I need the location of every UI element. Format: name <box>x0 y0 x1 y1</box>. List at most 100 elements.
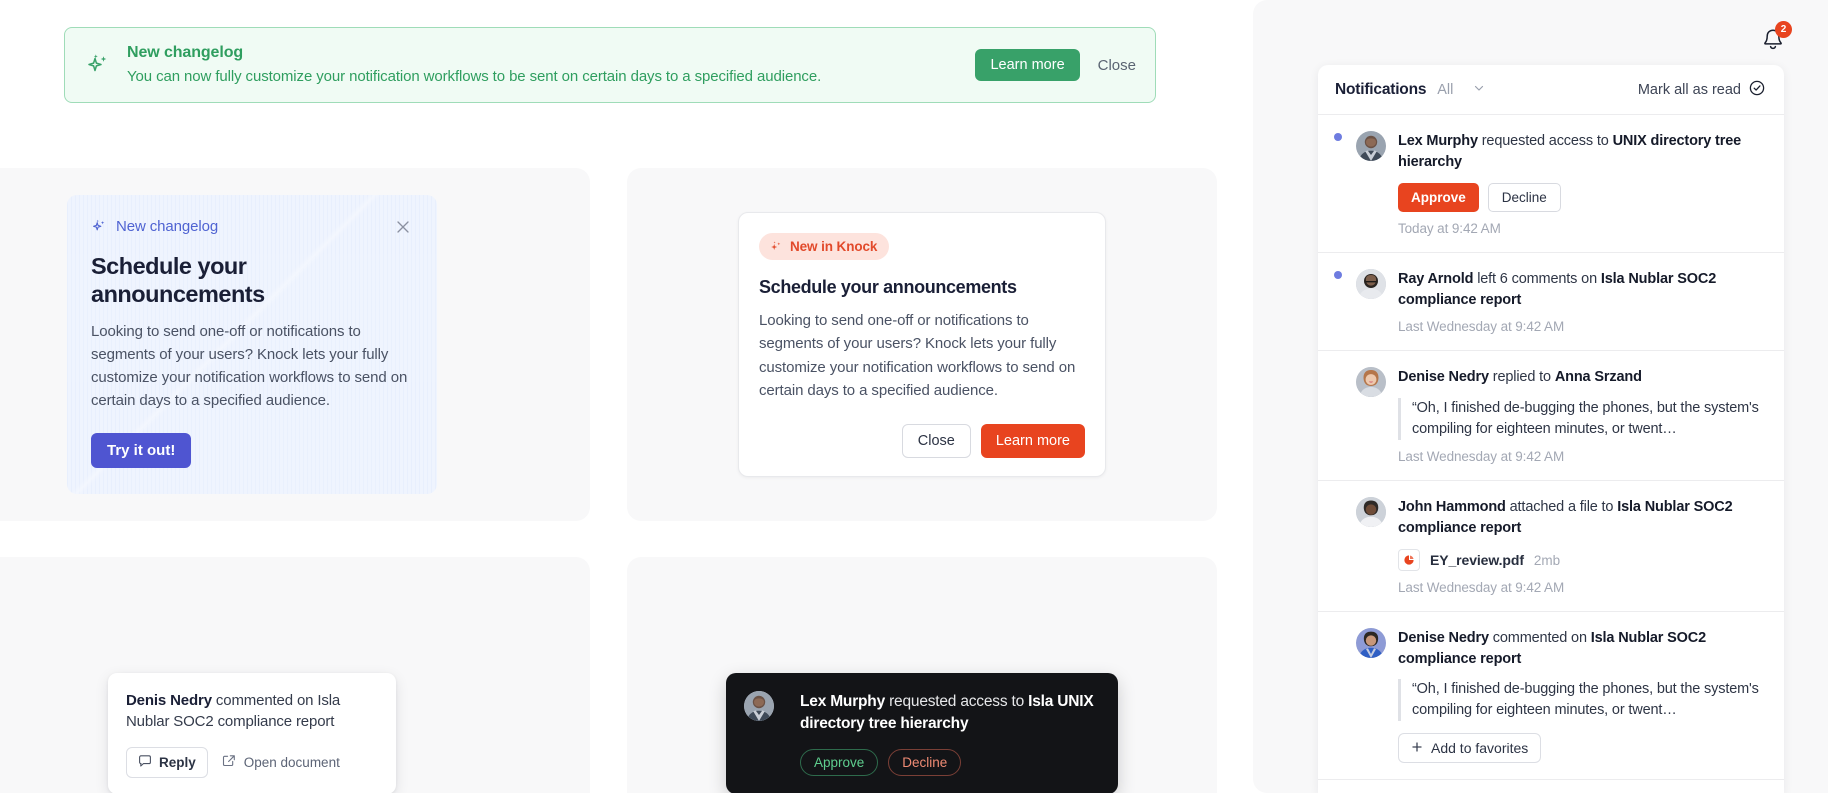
avatar <box>1356 496 1386 527</box>
new-in-knock-badge-label: New in Knock <box>790 239 878 254</box>
notification-content: Ray Arnold left 6 comments on Isla Nubla… <box>1398 269 1765 334</box>
notification-content: John Hammond attached a file to Isla Nub… <box>1398 497 1765 595</box>
approve-button[interactable]: Approve <box>800 749 879 777</box>
open-document-label: Open document <box>243 755 340 771</box>
notification-text: Lex Murphy requested access to UNIX dire… <box>1398 131 1765 172</box>
unread-indicator-column <box>1334 628 1356 763</box>
mark-all-as-read-button[interactable]: Mark all as read <box>1638 80 1765 100</box>
plus-icon <box>1411 740 1423 756</box>
comment-toast-text: Denis Nedry commented on Isla Nublar SOC… <box>126 690 378 733</box>
notification-actor: Lex Murphy <box>1398 133 1478 149</box>
notification-actor: Denise Nedry <box>1398 369 1489 386</box>
notification-timestamp: Last Wednesday at 9:42 AM <box>1398 580 1565 596</box>
banner-description: You can now fully customize your notific… <box>127 67 822 85</box>
notification-timestamp: Last Wednesday at 9:42 AM <box>1398 319 1565 335</box>
feed-filter-label: All <box>1437 81 1454 98</box>
app-root: New changelog You can now fully customiz… <box>0 0 1828 793</box>
notification-quote: “Oh, I finished de-bugging the phones, b… <box>1398 679 1765 722</box>
chevron-down-icon <box>1473 82 1485 98</box>
unread-dot <box>1334 271 1342 280</box>
try-it-out-button[interactable]: Try it out! <box>91 433 192 469</box>
notification-quote: “Oh, I finished de-bugging the phones, b… <box>1398 397 1765 440</box>
banner-text-block: New changelog You can now fully customiz… <box>127 42 955 87</box>
unread-dot <box>1334 133 1342 141</box>
approve-button[interactable]: Approve <box>1398 183 1479 213</box>
feed-header: Notifications All Mark all as read <box>1318 65 1784 115</box>
feed-filter-dropdown[interactable]: All <box>1437 82 1485 98</box>
new-in-knock-card: New in Knock Schedule your announcements… <box>738 212 1106 477</box>
notification-item[interactable]: Ray Arnold left 6 comments on Isla Nubla… <box>1318 253 1784 352</box>
close-icon[interactable] <box>393 217 413 237</box>
dark-toast-body: Lex Murphy requested access to Isla UNIX… <box>800 691 1098 777</box>
notification-middle: commented on <box>1488 630 1591 647</box>
notification-actor: John Hammond <box>1398 498 1506 515</box>
reply-button[interactable]: Reply <box>126 747 208 779</box>
banner-actions: Learn more Close <box>975 49 1138 81</box>
changelog-card-body: Looking to send one-off or notifications… <box>91 323 408 410</box>
new-in-knock-badge: New in Knock <box>759 233 890 260</box>
notification-actor: Denise Nedry <box>1398 630 1489 647</box>
knock-card-body: Looking to send one-off or notifications… <box>759 312 1076 399</box>
bell-icon[interactable]: 2 <box>1759 21 1792 54</box>
notification-feed-panel: 2 Notifications All Mark all as read Lex… <box>1253 0 1828 793</box>
sparkles-icon <box>91 218 108 235</box>
notification-text: Ray Arnold left 6 comments on Isla Nubla… <box>1398 269 1765 310</box>
notification-actions: Approve Decline <box>1398 183 1765 213</box>
sparkles-icon <box>85 51 113 79</box>
open-document-button[interactable]: Open document <box>222 754 340 771</box>
banner-learn-more-button[interactable]: Learn more <box>975 49 1080 81</box>
add-to-favorites-button[interactable]: Add to favorites <box>1398 733 1542 764</box>
unread-indicator-column <box>1334 269 1356 334</box>
comment-toast-actions: Reply Open document <box>126 747 378 779</box>
notification-item[interactable]: Lex Murphy requested access to UNIX dire… <box>1318 115 1784 254</box>
notification-middle: attached a file to <box>1505 498 1618 515</box>
notification-content: Lex Murphy requested access to UNIX dire… <box>1398 131 1765 236</box>
notification-target: Anna Srzand <box>1554 369 1642 386</box>
notification-text: Denise Nedry replied to Anna Srzand <box>1398 367 1765 388</box>
banner-title: New changelog <box>127 44 244 62</box>
notification-item[interactable]: Denise Nedry replied to Anna Srzand “Oh,… <box>1318 351 1784 481</box>
attachment-name: EY_review.pdf <box>1430 552 1524 569</box>
notification-feed: Notifications All Mark all as read Lex M… <box>1318 65 1784 793</box>
decline-button[interactable]: Decline <box>888 749 962 777</box>
notification-middle: left 6 comments on <box>1473 271 1601 288</box>
notification-middle: replied to <box>1488 369 1555 386</box>
showcase-grid: New changelog Schedule your announcement… <box>0 168 1253 793</box>
dark-toast-middle: requested access to <box>884 692 1029 710</box>
knock-card-close-button[interactable]: Close <box>901 424 971 458</box>
dark-toast-actor: Lex Murphy <box>800 692 885 710</box>
components-showcase: New changelog You can now fully customiz… <box>0 0 1253 793</box>
panel-changelog-card: New changelog Schedule your announcement… <box>0 168 590 521</box>
banner-close-button[interactable]: Close <box>1096 53 1138 78</box>
panel-dark-toast: Lex Murphy requested access to Isla UNIX… <box>627 557 1217 793</box>
knock-card-learn-more-button[interactable]: Learn more <box>980 424 1085 458</box>
decline-button[interactable]: Decline <box>1487 183 1561 213</box>
unread-indicator-column <box>1334 367 1356 464</box>
notification-text: Denise Nedry commented on Isla Nublar SO… <box>1398 628 1765 669</box>
notification-timestamp: Last Wednesday at 9:42 AM <box>1398 448 1565 464</box>
panel-knock-card: New in Knock Schedule your announcements… <box>627 168 1217 521</box>
changelog-card-header: New changelog <box>91 217 413 237</box>
notification-item[interactable]: Denise Nedry commented on Isla Nublar SO… <box>1318 612 1784 781</box>
notification-middle: requested access to <box>1477 133 1613 149</box>
notification-item[interactable]: John Hammond attached a file to Isla Nub… <box>1318 481 1784 613</box>
unread-count-badge: 2 <box>1775 21 1792 38</box>
sparkles-icon <box>769 240 783 254</box>
avatar <box>744 690 774 721</box>
pdf-file-icon <box>1398 549 1420 572</box>
notification-attachment[interactable]: EY_review.pdf 2mb <box>1398 549 1765 572</box>
changelog-card: New changelog Schedule your announcement… <box>67 194 437 495</box>
external-link-icon <box>222 754 236 771</box>
unread-indicator-column <box>1334 497 1356 595</box>
add-to-favorites-label: Add to favorites <box>1431 740 1529 757</box>
changelog-card-eyebrow: New changelog <box>116 218 219 236</box>
notification-text: John Hammond attached a file to Isla Nub… <box>1398 497 1765 538</box>
dark-toast-actions: Approve Decline <box>800 749 1098 777</box>
knock-card-title: Schedule your announcements <box>759 277 1017 297</box>
notification-content: Denise Nedry replied to Anna Srzand “Oh,… <box>1398 367 1765 464</box>
dark-toast-text: Lex Murphy requested access to Isla UNIX… <box>800 691 1098 734</box>
avatar <box>1356 131 1386 161</box>
comment-toast-actor: Denis Nedry <box>126 691 212 709</box>
notification-actor: Ray Arnold <box>1398 271 1474 288</box>
comment-toast: Denis Nedry commented on Isla Nublar SOC… <box>108 672 396 793</box>
